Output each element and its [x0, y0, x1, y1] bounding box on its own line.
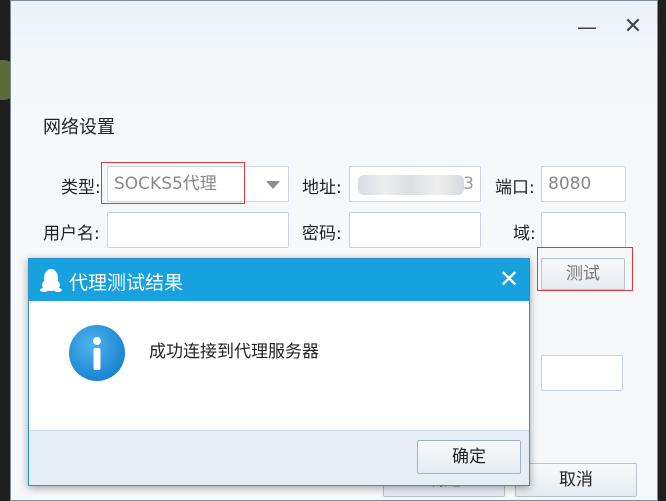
proxy-type-value: SOCKS5代理: [114, 174, 217, 194]
dialog-ok-button[interactable]: 确定: [417, 440, 521, 474]
dialog-close-button[interactable]: ✕: [495, 265, 523, 293]
port-label: 端口:: [495, 178, 535, 198]
close-button[interactable]: ✕: [619, 15, 647, 39]
password-label: 密码:: [302, 224, 342, 244]
redacted-address: [358, 175, 464, 195]
password-input[interactable]: [349, 212, 481, 248]
username-label: 用户名:: [43, 224, 100, 244]
domain-input[interactable]: [541, 212, 626, 248]
username-input[interactable]: [107, 212, 289, 248]
address-input[interactable]: 3: [349, 166, 481, 202]
dialog-title: 代理测试结果: [69, 272, 184, 294]
proxy-type-select[interactable]: SOCKS5代理: [107, 166, 289, 202]
proxy-test-result-dialog: 代理测试结果 ✕ 成功连接到代理服务器 确定: [28, 258, 530, 486]
network-settings-title: 网络设置: [43, 117, 115, 138]
chevron-down-icon: [266, 181, 280, 189]
info-icon: [69, 325, 125, 381]
dialog-footer: 确定: [29, 430, 529, 485]
qq-penguin-icon: [40, 269, 62, 292]
dialog-header: 代理测试结果 ✕: [29, 259, 529, 301]
dialog-message: 成功连接到代理服务器: [149, 342, 319, 362]
address-label: 地址:: [302, 178, 342, 198]
extra-input[interactable]: [541, 355, 623, 391]
cancel-button[interactable]: 取消: [515, 463, 637, 497]
address-tail: 3: [463, 174, 474, 194]
test-button[interactable]: 测试: [541, 258, 625, 290]
domain-label: 域:: [513, 224, 536, 244]
minimize-button[interactable]: —: [573, 15, 601, 39]
port-input[interactable]: 8080: [541, 166, 626, 202]
type-label: 类型:: [61, 178, 101, 198]
